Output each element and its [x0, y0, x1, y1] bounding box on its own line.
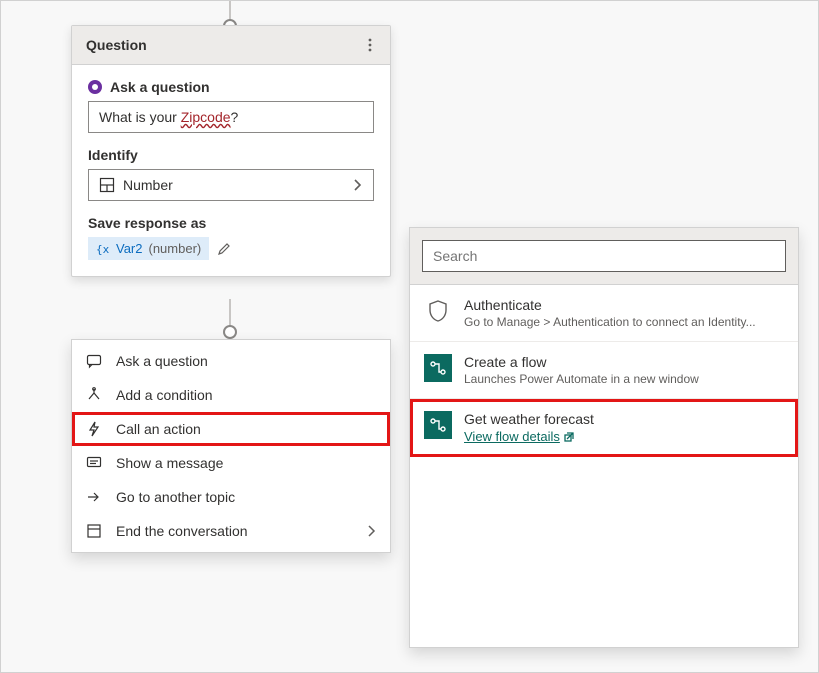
authoring-canvas: Question Ask a question What is your Zip… — [0, 0, 819, 673]
question-text-suffix: ? — [231, 109, 239, 125]
question-card-body: Ask a question What is your Zipcode? Ide… — [72, 65, 390, 276]
ask-question-label: Ask a question — [110, 79, 210, 95]
menu-go-to-topic[interactable]: Go to another topic — [72, 480, 390, 514]
chevron-right-icon — [353, 178, 363, 192]
action-subtitle: Go to Manage > Authentication to connect… — [464, 315, 756, 329]
bolt-icon — [86, 421, 104, 437]
flow-icon — [424, 411, 452, 439]
action-create-flow[interactable]: Create a flow Launches Power Automate in… — [410, 342, 798, 399]
svg-text:{x}: {x} — [96, 243, 110, 256]
question-text-input[interactable]: What is your Zipcode? — [88, 101, 374, 133]
question-card-header: Question — [72, 26, 390, 65]
search-bar — [410, 228, 798, 285]
search-input[interactable] — [422, 240, 786, 272]
more-options-button[interactable] — [364, 36, 376, 54]
redirect-icon — [86, 489, 104, 505]
menu-label: Call an action — [116, 421, 201, 437]
pencil-icon — [217, 242, 231, 256]
chat-icon — [86, 353, 104, 369]
question-text-redword: Zipcode — [181, 109, 231, 125]
action-picker-panel: Authenticate Go to Manage > Authenticati… — [409, 227, 799, 648]
action-get-weather-forecast[interactable]: Get weather forecast View flow details — [410, 399, 798, 457]
menu-end-conversation[interactable]: End the conversation — [72, 514, 390, 548]
menu-label: End the conversation — [116, 523, 248, 539]
ask-question-header: Ask a question — [88, 79, 374, 95]
add-node-button[interactable] — [223, 325, 237, 339]
view-flow-details-link[interactable]: View flow details — [464, 429, 594, 444]
menu-label: Go to another topic — [116, 489, 235, 505]
variable-icon: {x} — [96, 242, 110, 256]
action-title: Create a flow — [464, 354, 699, 370]
identify-selector[interactable]: Number — [88, 169, 374, 201]
end-icon — [86, 523, 104, 539]
save-response-label: Save response as — [88, 215, 374, 231]
add-node-menu: Ask a question Add a condition Call an a… — [71, 339, 391, 553]
message-icon — [86, 455, 104, 471]
action-subtitle: Launches Power Automate in a new window — [464, 372, 699, 386]
shield-icon — [424, 297, 452, 325]
question-text-prefix: What is your — [99, 109, 181, 125]
action-authenticate[interactable]: Authenticate Go to Manage > Authenticati… — [410, 285, 798, 342]
branch-icon — [86, 387, 104, 403]
menu-ask-question[interactable]: Ask a question — [72, 344, 390, 378]
variable-type: (number) — [149, 241, 202, 256]
variable-name: Var2 — [116, 241, 143, 256]
chevron-right-icon — [367, 525, 376, 537]
identify-label: Identify — [88, 147, 374, 163]
external-link-icon — [564, 431, 575, 442]
menu-label: Add a condition — [116, 387, 213, 403]
menu-label: Show a message — [116, 455, 223, 471]
menu-label: Ask a question — [116, 353, 208, 369]
menu-call-action[interactable]: Call an action — [72, 412, 390, 446]
question-card-title: Question — [86, 37, 147, 53]
menu-add-condition[interactable]: Add a condition — [72, 378, 390, 412]
variable-chip[interactable]: {x} Var2 (number) — [88, 237, 209, 260]
flow-icon — [424, 354, 452, 382]
menu-show-message[interactable]: Show a message — [72, 446, 390, 480]
entity-icon — [99, 177, 115, 193]
link-text: View flow details — [464, 429, 560, 444]
question-type-icon — [88, 80, 102, 94]
kebab-icon — [368, 38, 372, 52]
panel-empty-space — [410, 457, 798, 647]
identify-value: Number — [123, 177, 173, 193]
action-title: Get weather forecast — [464, 411, 594, 427]
question-node-card[interactable]: Question Ask a question What is your Zip… — [71, 25, 391, 277]
action-title: Authenticate — [464, 297, 756, 313]
edit-variable-button[interactable] — [217, 242, 231, 256]
